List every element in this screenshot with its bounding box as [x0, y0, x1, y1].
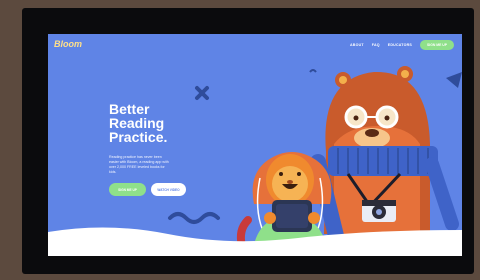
- small-squiggle: [309, 69, 317, 73]
- website-screen: Bloom ABOUT FAQ EDUCATORS SIGN ME UP Bet…: [48, 34, 462, 256]
- hero-headline: Better Reading Practice.: [109, 102, 167, 144]
- headline-line-1: Better: [109, 101, 150, 117]
- squiggle-decoration: [168, 212, 220, 224]
- triangle-decoration: [446, 72, 462, 88]
- hero-illustration: [48, 66, 462, 256]
- headline-line-2: Reading: [109, 115, 165, 131]
- x-mark-decoration: [195, 86, 209, 100]
- wave-footer: [48, 227, 462, 256]
- hero-description: Reading practice has never been easier w…: [109, 155, 169, 174]
- headline-line-3: Practice.: [109, 129, 168, 145]
- signup-button[interactable]: SIGN ME UP: [109, 183, 146, 196]
- bear-character: [310, 66, 459, 252]
- watch-video-button[interactable]: WATCH VIDEO: [151, 183, 186, 196]
- camera-icon: [362, 200, 396, 222]
